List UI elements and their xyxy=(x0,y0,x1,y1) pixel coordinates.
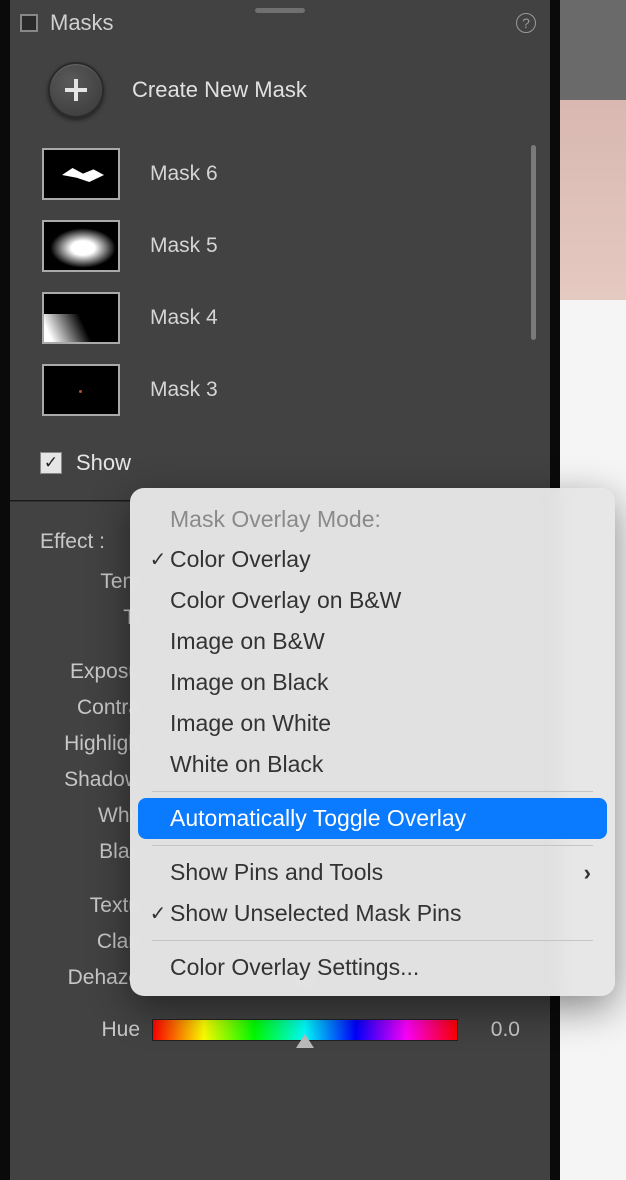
menu-separator xyxy=(152,940,593,941)
menu-item-show-unselected[interactable]: ✓ Show Unselected Mask Pins xyxy=(130,893,615,934)
mask-label: Mask 5 xyxy=(150,234,218,258)
menu-item-label: Color Overlay on B&W xyxy=(170,587,401,614)
menu-item-image-black[interactable]: Image on Black xyxy=(130,662,615,703)
plus-icon xyxy=(63,77,89,103)
mask-label: Mask 3 xyxy=(150,378,218,402)
mask-item[interactable]: Mask 4 xyxy=(42,282,532,354)
panel-header: Masks ? xyxy=(10,0,550,44)
overlay-mode-menu: Mask Overlay Mode: ✓ Color Overlay Color… xyxy=(130,488,615,996)
menu-item-white-black[interactable]: White on Black xyxy=(130,744,615,785)
menu-item-color-overlay[interactable]: ✓ Color Overlay xyxy=(130,539,615,580)
check-icon: ✓ xyxy=(146,547,170,572)
menu-item-show-pins[interactable]: Show Pins and Tools › xyxy=(130,852,615,893)
tint-label: Ti xyxy=(40,606,140,630)
hue-slider[interactable] xyxy=(152,1019,458,1041)
slider-label: Blac xyxy=(40,840,140,864)
hue-label: Hue xyxy=(40,1018,140,1042)
menu-item-color-overlay-bw[interactable]: Color Overlay on B&W xyxy=(130,580,615,621)
slider-label: Contra xyxy=(40,696,140,720)
menu-item-label: Show Pins and Tools xyxy=(170,859,383,886)
menu-item-label: Image on B&W xyxy=(170,628,325,655)
masks-panel-icon xyxy=(20,14,38,32)
hue-value: 0.0 xyxy=(470,1018,520,1042)
mask-label: Mask 6 xyxy=(150,162,218,186)
mask-thumbnail[interactable] xyxy=(42,220,120,272)
mask-item[interactable]: Mask 5 xyxy=(42,210,532,282)
slider-label: Textu xyxy=(40,894,140,918)
dehaze-label: Dehaze xyxy=(40,966,140,990)
menu-separator xyxy=(152,791,593,792)
menu-item-label: Color Overlay Settings... xyxy=(170,954,419,981)
show-overlay-label: Show xyxy=(76,450,131,476)
menu-item-label: Show Unselected Mask Pins xyxy=(170,900,461,927)
chevron-right-icon: › xyxy=(584,860,591,886)
menu-item-image-white[interactable]: Image on White xyxy=(130,703,615,744)
drag-handle[interactable] xyxy=(255,8,305,13)
menu-item-label: Color Overlay xyxy=(170,546,311,573)
slider-label: Highligh xyxy=(40,732,140,756)
menu-separator xyxy=(152,845,593,846)
slider-label: Exposu xyxy=(40,660,140,684)
menu-item-overlay-settings[interactable]: Color Overlay Settings... xyxy=(130,947,615,988)
slider-label: Shadow xyxy=(40,768,140,792)
create-mask-button[interactable] xyxy=(48,62,104,118)
effect-title: Effect : xyxy=(40,530,105,554)
create-mask-row[interactable]: Create New Mask xyxy=(10,44,550,138)
check-icon: ✓ xyxy=(146,901,170,926)
mask-label: Mask 4 xyxy=(150,306,218,330)
help-icon[interactable]: ? xyxy=(516,13,536,33)
create-mask-label: Create New Mask xyxy=(132,77,307,103)
mask-item[interactable]: Mask 6 xyxy=(42,138,532,210)
mask-thumbnail[interactable] xyxy=(42,148,120,200)
temp-label: Tem xyxy=(40,570,140,594)
show-overlay-checkbox[interactable]: ✓ xyxy=(40,452,62,474)
menu-item-label: Image on Black xyxy=(170,669,329,696)
mask-thumbnail[interactable] xyxy=(42,292,120,344)
slider-handle[interactable] xyxy=(296,1034,314,1048)
menu-item-label: White on Black xyxy=(170,751,323,778)
menu-item-label: Automatically Toggle Overlay xyxy=(170,805,466,832)
hue-row: Hue 0.0 xyxy=(10,1012,550,1048)
scrollbar[interactable] xyxy=(531,145,536,340)
slider-label: Clari xyxy=(40,930,140,954)
menu-item-image-bw[interactable]: Image on B&W xyxy=(130,621,615,662)
mask-thumbnail[interactable] xyxy=(42,364,120,416)
menu-header: Mask Overlay Mode: xyxy=(130,496,615,539)
menu-item-label: Image on White xyxy=(170,710,331,737)
mask-list: Mask 6 Mask 5 Mask 4 Mask 3 xyxy=(10,138,550,426)
mask-item[interactable]: Mask 3 xyxy=(42,354,532,426)
panel-title: Masks xyxy=(50,10,114,36)
slider-label: Whit xyxy=(40,804,140,828)
menu-item-auto-toggle[interactable]: Automatically Toggle Overlay xyxy=(138,798,607,839)
